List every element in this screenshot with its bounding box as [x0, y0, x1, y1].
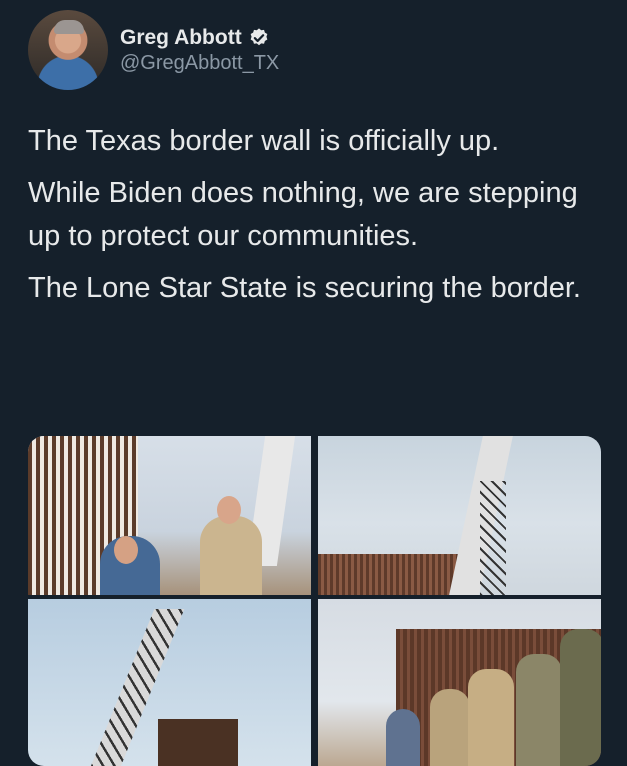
person-shape — [516, 654, 562, 766]
person-shape — [200, 516, 262, 595]
person-shape — [386, 709, 420, 766]
tweet-photo-3[interactable] — [28, 599, 311, 766]
verified-badge-icon — [250, 28, 268, 46]
person-shape — [468, 669, 514, 766]
person-head-shape — [114, 536, 138, 564]
person-shape — [560, 629, 601, 766]
tweet-paragraph: While Biden does nothing, we are steppin… — [28, 177, 578, 252]
crane-lattice-shape — [480, 481, 506, 595]
person-shape — [430, 689, 470, 766]
author-handle[interactable]: @GregAbbott_TX — [120, 52, 279, 75]
tweet-text: The Texas border wall is officially up. … — [28, 120, 598, 319]
tweet-paragraph: The Texas border wall is officially up. — [28, 125, 500, 157]
avatar-hair — [54, 20, 84, 34]
author-name-row[interactable]: Greg Abbott — [120, 26, 270, 50]
tweet-photo-2[interactable] — [318, 436, 601, 595]
tweet-media-grid — [28, 436, 601, 766]
tweet-paragraph: The Lone Star State is securing the bord… — [28, 272, 581, 304]
tweet-photo-1[interactable] — [28, 436, 311, 595]
tweet-photo-4[interactable] — [318, 599, 601, 766]
author-avatar[interactable] — [28, 10, 108, 90]
person-head-shape — [217, 496, 241, 524]
tweet-header: Greg Abbott @GregAbbott_TX — [28, 10, 588, 92]
author-display-name[interactable]: Greg Abbott — [120, 26, 242, 50]
border-wall-shape — [158, 719, 238, 766]
